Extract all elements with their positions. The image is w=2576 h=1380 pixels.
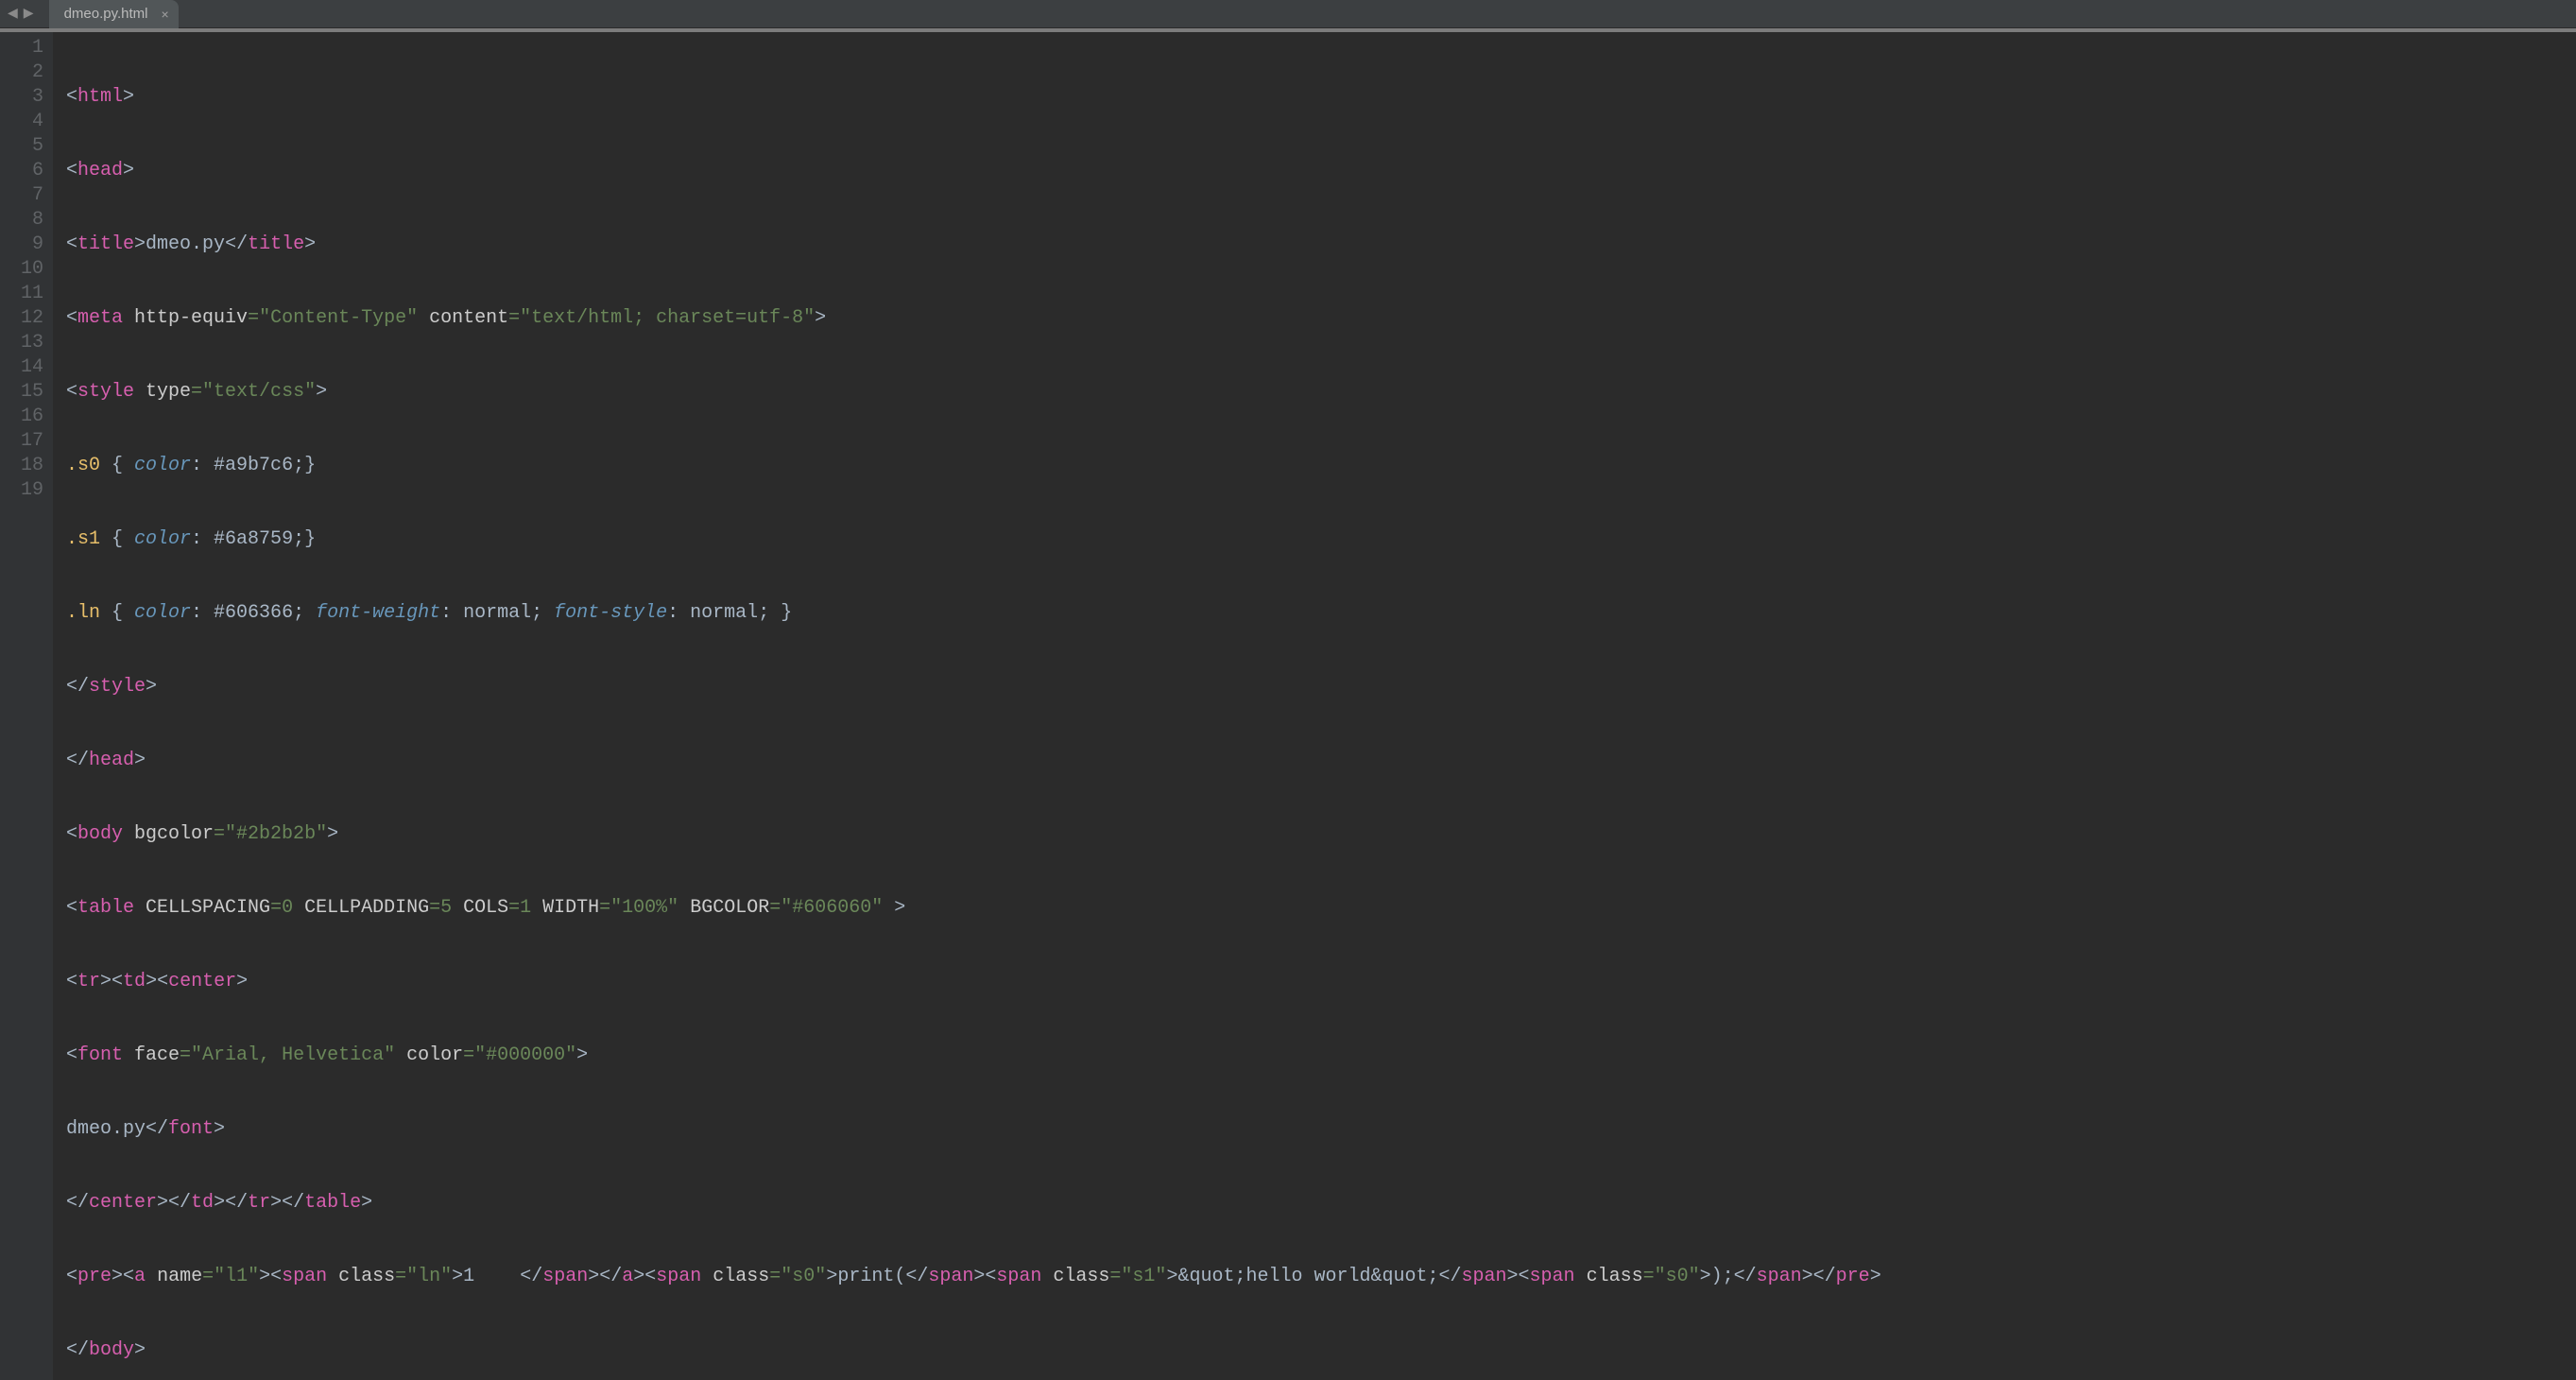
line-number: 2 bbox=[17, 60, 43, 85]
nav-forward-icon[interactable]: ▶ bbox=[24, 8, 34, 21]
code-line[interactable]: .ln { color: #606366; font-weight: norma… bbox=[66, 601, 1881, 626]
line-number: 18 bbox=[17, 454, 43, 478]
code-line[interactable]: .s0 { color: #a9b7c6;} bbox=[66, 454, 1881, 478]
close-icon[interactable]: × bbox=[162, 8, 169, 21]
code-line[interactable]: dmeo.py</font> bbox=[66, 1117, 1881, 1142]
code-editor[interactable]: 1 2 3 4 5 6 7 8 9 10 11 12 13 14 15 16 1… bbox=[0, 32, 2576, 1380]
line-number: 10 bbox=[17, 257, 43, 282]
code-line[interactable]: </head> bbox=[66, 749, 1881, 773]
line-number: 7 bbox=[17, 183, 43, 208]
line-number: 3 bbox=[17, 85, 43, 110]
code-line[interactable]: <font face="Arial, Helvetica" color="#00… bbox=[66, 1044, 1881, 1068]
code-line[interactable]: .s1 { color: #6a8759;} bbox=[66, 527, 1881, 552]
line-number-gutter: 1 2 3 4 5 6 7 8 9 10 11 12 13 14 15 16 1… bbox=[0, 32, 53, 1380]
line-number: 15 bbox=[17, 380, 43, 405]
code-line[interactable]: </body> bbox=[66, 1338, 1881, 1363]
code-line[interactable]: <html> bbox=[66, 85, 1881, 110]
code-line[interactable]: <body bgcolor="#2b2b2b"> bbox=[66, 822, 1881, 847]
code-line[interactable]: </style> bbox=[66, 675, 1881, 699]
line-number: 1 bbox=[17, 36, 43, 60]
line-number: 11 bbox=[17, 282, 43, 306]
line-number: 13 bbox=[17, 331, 43, 355]
line-number: 8 bbox=[17, 208, 43, 233]
line-number: 9 bbox=[17, 233, 43, 257]
line-number: 4 bbox=[17, 110, 43, 134]
code-line[interactable]: <tr><td><center> bbox=[66, 970, 1881, 994]
code-line[interactable]: <table CELLSPACING=0 CELLPADDING=5 COLS=… bbox=[66, 896, 1881, 921]
nav-back-icon[interactable]: ◀ bbox=[8, 8, 18, 21]
line-number: 17 bbox=[17, 429, 43, 454]
code-line[interactable]: </center></td></tr></table> bbox=[66, 1191, 1881, 1216]
line-number: 12 bbox=[17, 306, 43, 331]
code-line[interactable]: <meta http-equiv="Content-Type" content=… bbox=[66, 306, 1881, 331]
code-line[interactable]: <head> bbox=[66, 159, 1881, 183]
line-number: 19 bbox=[17, 478, 43, 503]
code-line[interactable]: <pre><a name="l1"><span class="ln">1 </s… bbox=[66, 1265, 1881, 1289]
editor-tab[interactable]: dmeo.py.html × bbox=[49, 0, 179, 28]
line-number: 6 bbox=[17, 159, 43, 183]
line-number: 5 bbox=[17, 134, 43, 159]
code-line[interactable]: <title>dmeo.py</title> bbox=[66, 233, 1881, 257]
toolbar: ◀ ▶ dmeo.py.html × bbox=[0, 0, 2576, 28]
tab-title: dmeo.py.html bbox=[64, 6, 148, 22]
line-number: 14 bbox=[17, 355, 43, 380]
code-area[interactable]: <html> <head> <title>dmeo.py</title> <me… bbox=[53, 32, 1881, 1380]
code-line[interactable]: <style type="text/css"> bbox=[66, 380, 1881, 405]
line-number: 16 bbox=[17, 405, 43, 429]
